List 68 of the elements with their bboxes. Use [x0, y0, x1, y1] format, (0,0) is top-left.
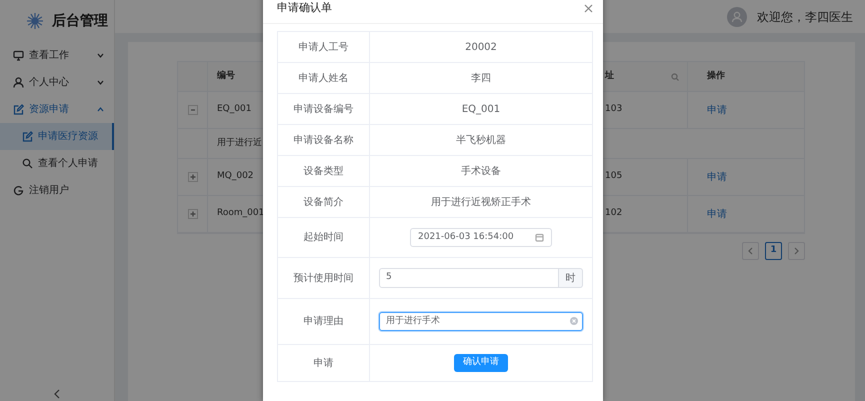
- welcome-text: 欢迎您，李四医生: [757, 8, 853, 26]
- close-button[interactable]: [584, 4, 593, 13]
- apply-link[interactable]: 申请: [707, 170, 727, 184]
- search-icon: [22, 158, 33, 169]
- field-label: 起始时间: [304, 230, 344, 245]
- dialog-title: 申请确认单: [277, 0, 332, 16]
- table-cell-text: 103: [605, 103, 622, 116]
- expand-toggle[interactable]: [188, 105, 198, 115]
- menu-item[interactable]: 注销用户: [0, 177, 114, 204]
- number-field[interactable]: 5: [379, 268, 559, 288]
- chevron-left-icon: [748, 247, 753, 255]
- calendar-icon: [535, 233, 544, 242]
- edit-icon: [22, 131, 33, 142]
- field-label: 申请: [314, 356, 334, 370]
- minus-icon: [190, 107, 196, 113]
- menu-item[interactable]: 查看工作: [0, 42, 114, 69]
- submenu-item[interactable]: 申请医疗资源: [0, 123, 114, 150]
- field-value: 李四: [471, 72, 491, 86]
- field-value: EQ_001: [462, 102, 500, 116]
- app-title: 后台管理: [52, 12, 108, 30]
- table-cell-text: 105: [605, 170, 622, 184]
- reason-field[interactable]: 用于进行手术: [379, 312, 583, 331]
- edit-icon: [13, 104, 24, 115]
- expand-toggle[interactable]: [188, 209, 198, 219]
- monitor-icon: [13, 50, 24, 61]
- menu-item[interactable]: 资源申请: [0, 96, 114, 123]
- field-label: 申请人姓名: [298, 72, 348, 86]
- table-cell-text: MQ_002: [217, 170, 254, 184]
- apply-link[interactable]: 申请: [707, 206, 727, 222]
- search-icon: [671, 72, 679, 80]
- field-label: 预计使用时间: [294, 272, 354, 286]
- field-value: 半飞秒机器: [456, 134, 506, 148]
- next-page-button[interactable]: [788, 242, 805, 260]
- field-label: 设备类型: [304, 164, 344, 178]
- field-value: 手术设备: [461, 164, 501, 178]
- table-cell-text: EQ_001: [217, 103, 252, 116]
- logout-icon: [13, 185, 24, 196]
- field-label: 申请人工号: [298, 40, 348, 54]
- logo-icon: [26, 12, 44, 30]
- date-field[interactable]: 2021-06-03 16:54:00: [410, 228, 552, 247]
- avatar-icon: [727, 6, 747, 26]
- submenu-item[interactable]: 查看个人申请: [0, 150, 114, 177]
- field-label: 申请理由: [304, 314, 344, 329]
- menu-item[interactable]: 个人中心: [0, 69, 114, 96]
- detail-text: 用于进行近: [217, 136, 262, 150]
- unit-addon: 时: [559, 268, 583, 288]
- prev-page-button[interactable]: [742, 242, 759, 260]
- expand-toggle[interactable]: [188, 172, 198, 182]
- field-value: 20002: [465, 40, 497, 54]
- field-label: 申请设备名称: [294, 134, 354, 148]
- apply-link[interactable]: 申请: [707, 102, 727, 118]
- table-cell-text: Room_001: [217, 207, 264, 220]
- field-label: 申请设备编号: [294, 102, 354, 116]
- plus-icon: [190, 211, 196, 217]
- plus-icon: [190, 174, 196, 180]
- user-icon: [13, 77, 24, 88]
- column-header: 编号: [217, 70, 235, 83]
- field-value: 用于进行近视矫正手术: [431, 196, 531, 210]
- column-header: 址: [605, 70, 614, 83]
- clear-icon: [570, 317, 578, 325]
- field-label: 设备简介: [304, 196, 344, 210]
- page-button[interactable]: 1: [765, 242, 782, 260]
- chevron-right-icon: [794, 247, 799, 255]
- table-cell-text: 102: [605, 207, 622, 220]
- collapse-icon: [53, 389, 61, 399]
- column-header: 操作: [707, 70, 725, 83]
- close-icon: [584, 4, 593, 13]
- confirm-button[interactable]: 确认申请: [454, 354, 508, 372]
